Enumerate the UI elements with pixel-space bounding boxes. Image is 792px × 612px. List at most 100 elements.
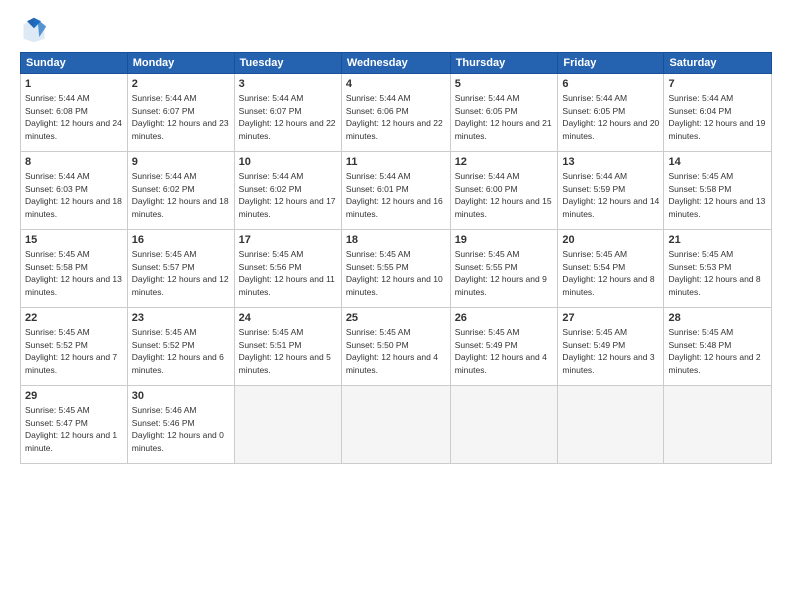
table-row: 27Sunrise: 5:45 AMSunset: 5:49 PMDayligh… bbox=[558, 308, 664, 386]
page-header bbox=[20, 16, 772, 44]
day-number: 23 bbox=[132, 311, 230, 326]
day-number: 9 bbox=[132, 155, 230, 170]
table-row: 16Sunrise: 5:45 AMSunset: 5:57 PMDayligh… bbox=[127, 230, 234, 308]
table-row: 12Sunrise: 5:44 AMSunset: 6:00 PMDayligh… bbox=[450, 152, 558, 230]
day-info: Sunrise: 5:45 AMSunset: 5:49 PMDaylight:… bbox=[455, 327, 547, 375]
table-row bbox=[664, 386, 772, 464]
day-number: 25 bbox=[346, 311, 446, 326]
day-info: Sunrise: 5:45 AMSunset: 5:50 PMDaylight:… bbox=[346, 327, 438, 375]
day-number: 4 bbox=[346, 77, 446, 92]
col-monday: Monday bbox=[127, 53, 234, 74]
day-info: Sunrise: 5:45 AMSunset: 5:51 PMDaylight:… bbox=[239, 327, 331, 375]
calendar-table: Sunday Monday Tuesday Wednesday Thursday… bbox=[20, 52, 772, 464]
table-row: 11Sunrise: 5:44 AMSunset: 6:01 PMDayligh… bbox=[341, 152, 450, 230]
col-saturday: Saturday bbox=[664, 53, 772, 74]
day-number: 21 bbox=[668, 233, 767, 248]
logo-icon bbox=[20, 16, 48, 44]
day-number: 14 bbox=[668, 155, 767, 170]
table-row: 7Sunrise: 5:44 AMSunset: 6:04 PMDaylight… bbox=[664, 74, 772, 152]
day-info: Sunrise: 5:44 AMSunset: 6:01 PMDaylight:… bbox=[346, 171, 443, 219]
table-row bbox=[234, 386, 341, 464]
table-row: 24Sunrise: 5:45 AMSunset: 5:51 PMDayligh… bbox=[234, 308, 341, 386]
day-number: 13 bbox=[562, 155, 659, 170]
logo bbox=[20, 16, 52, 44]
day-info: Sunrise: 5:45 AMSunset: 5:54 PMDaylight:… bbox=[562, 249, 654, 297]
table-row: 17Sunrise: 5:45 AMSunset: 5:56 PMDayligh… bbox=[234, 230, 341, 308]
table-row: 18Sunrise: 5:45 AMSunset: 5:55 PMDayligh… bbox=[341, 230, 450, 308]
table-row: 14Sunrise: 5:45 AMSunset: 5:58 PMDayligh… bbox=[664, 152, 772, 230]
day-number: 16 bbox=[132, 233, 230, 248]
table-row: 21Sunrise: 5:45 AMSunset: 5:53 PMDayligh… bbox=[664, 230, 772, 308]
table-row: 6Sunrise: 5:44 AMSunset: 6:05 PMDaylight… bbox=[558, 74, 664, 152]
table-row bbox=[558, 386, 664, 464]
day-info: Sunrise: 5:44 AMSunset: 6:03 PMDaylight:… bbox=[25, 171, 122, 219]
day-number: 20 bbox=[562, 233, 659, 248]
day-info: Sunrise: 5:46 AMSunset: 5:46 PMDaylight:… bbox=[132, 405, 224, 453]
day-number: 22 bbox=[25, 311, 123, 326]
table-row: 15Sunrise: 5:45 AMSunset: 5:58 PMDayligh… bbox=[21, 230, 128, 308]
table-row: 25Sunrise: 5:45 AMSunset: 5:50 PMDayligh… bbox=[341, 308, 450, 386]
table-row: 13Sunrise: 5:44 AMSunset: 5:59 PMDayligh… bbox=[558, 152, 664, 230]
calendar-page: Sunday Monday Tuesday Wednesday Thursday… bbox=[0, 0, 792, 612]
table-row: 5Sunrise: 5:44 AMSunset: 6:05 PMDaylight… bbox=[450, 74, 558, 152]
day-info: Sunrise: 5:44 AMSunset: 6:05 PMDaylight:… bbox=[455, 93, 552, 141]
table-row bbox=[450, 386, 558, 464]
day-number: 12 bbox=[455, 155, 554, 170]
day-info: Sunrise: 5:45 AMSunset: 5:58 PMDaylight:… bbox=[25, 249, 122, 297]
day-number: 1 bbox=[25, 77, 123, 92]
day-number: 28 bbox=[668, 311, 767, 326]
day-info: Sunrise: 5:44 AMSunset: 6:02 PMDaylight:… bbox=[132, 171, 229, 219]
day-info: Sunrise: 5:45 AMSunset: 5:48 PMDaylight:… bbox=[668, 327, 760, 375]
table-row: 2Sunrise: 5:44 AMSunset: 6:07 PMDaylight… bbox=[127, 74, 234, 152]
day-info: Sunrise: 5:44 AMSunset: 6:06 PMDaylight:… bbox=[346, 93, 443, 141]
day-number: 18 bbox=[346, 233, 446, 248]
day-number: 19 bbox=[455, 233, 554, 248]
day-number: 30 bbox=[132, 389, 230, 404]
day-info: Sunrise: 5:44 AMSunset: 6:04 PMDaylight:… bbox=[668, 93, 765, 141]
table-row: 20Sunrise: 5:45 AMSunset: 5:54 PMDayligh… bbox=[558, 230, 664, 308]
day-number: 2 bbox=[132, 77, 230, 92]
day-info: Sunrise: 5:45 AMSunset: 5:58 PMDaylight:… bbox=[668, 171, 765, 219]
day-info: Sunrise: 5:44 AMSunset: 6:07 PMDaylight:… bbox=[132, 93, 229, 141]
day-info: Sunrise: 5:44 AMSunset: 6:05 PMDaylight:… bbox=[562, 93, 659, 141]
day-info: Sunrise: 5:44 AMSunset: 5:59 PMDaylight:… bbox=[562, 171, 659, 219]
col-thursday: Thursday bbox=[450, 53, 558, 74]
table-row: 22Sunrise: 5:45 AMSunset: 5:52 PMDayligh… bbox=[21, 308, 128, 386]
col-wednesday: Wednesday bbox=[341, 53, 450, 74]
day-info: Sunrise: 5:45 AMSunset: 5:56 PMDaylight:… bbox=[239, 249, 335, 297]
table-row: 8Sunrise: 5:44 AMSunset: 6:03 PMDaylight… bbox=[21, 152, 128, 230]
day-info: Sunrise: 5:45 AMSunset: 5:55 PMDaylight:… bbox=[455, 249, 547, 297]
table-row: 4Sunrise: 5:44 AMSunset: 6:06 PMDaylight… bbox=[341, 74, 450, 152]
day-info: Sunrise: 5:45 AMSunset: 5:49 PMDaylight:… bbox=[562, 327, 654, 375]
table-row: 29Sunrise: 5:45 AMSunset: 5:47 PMDayligh… bbox=[21, 386, 128, 464]
day-info: Sunrise: 5:44 AMSunset: 6:02 PMDaylight:… bbox=[239, 171, 336, 219]
day-info: Sunrise: 5:45 AMSunset: 5:53 PMDaylight:… bbox=[668, 249, 760, 297]
day-number: 10 bbox=[239, 155, 337, 170]
table-row: 19Sunrise: 5:45 AMSunset: 5:55 PMDayligh… bbox=[450, 230, 558, 308]
calendar-header-row: Sunday Monday Tuesday Wednesday Thursday… bbox=[21, 53, 772, 74]
table-row: 9Sunrise: 5:44 AMSunset: 6:02 PMDaylight… bbox=[127, 152, 234, 230]
table-row bbox=[341, 386, 450, 464]
day-number: 7 bbox=[668, 77, 767, 92]
day-info: Sunrise: 5:45 AMSunset: 5:55 PMDaylight:… bbox=[346, 249, 443, 297]
day-number: 6 bbox=[562, 77, 659, 92]
day-number: 15 bbox=[25, 233, 123, 248]
col-friday: Friday bbox=[558, 53, 664, 74]
table-row: 10Sunrise: 5:44 AMSunset: 6:02 PMDayligh… bbox=[234, 152, 341, 230]
table-row: 28Sunrise: 5:45 AMSunset: 5:48 PMDayligh… bbox=[664, 308, 772, 386]
table-row: 3Sunrise: 5:44 AMSunset: 6:07 PMDaylight… bbox=[234, 74, 341, 152]
col-sunday: Sunday bbox=[21, 53, 128, 74]
day-number: 27 bbox=[562, 311, 659, 326]
day-info: Sunrise: 5:45 AMSunset: 5:47 PMDaylight:… bbox=[25, 405, 117, 453]
day-info: Sunrise: 5:45 AMSunset: 5:52 PMDaylight:… bbox=[25, 327, 117, 375]
day-number: 11 bbox=[346, 155, 446, 170]
day-number: 17 bbox=[239, 233, 337, 248]
day-number: 29 bbox=[25, 389, 123, 404]
day-number: 24 bbox=[239, 311, 337, 326]
table-row: 23Sunrise: 5:45 AMSunset: 5:52 PMDayligh… bbox=[127, 308, 234, 386]
day-number: 5 bbox=[455, 77, 554, 92]
day-number: 3 bbox=[239, 77, 337, 92]
day-info: Sunrise: 5:44 AMSunset: 6:07 PMDaylight:… bbox=[239, 93, 336, 141]
day-info: Sunrise: 5:45 AMSunset: 5:52 PMDaylight:… bbox=[132, 327, 224, 375]
day-info: Sunrise: 5:44 AMSunset: 6:00 PMDaylight:… bbox=[455, 171, 552, 219]
